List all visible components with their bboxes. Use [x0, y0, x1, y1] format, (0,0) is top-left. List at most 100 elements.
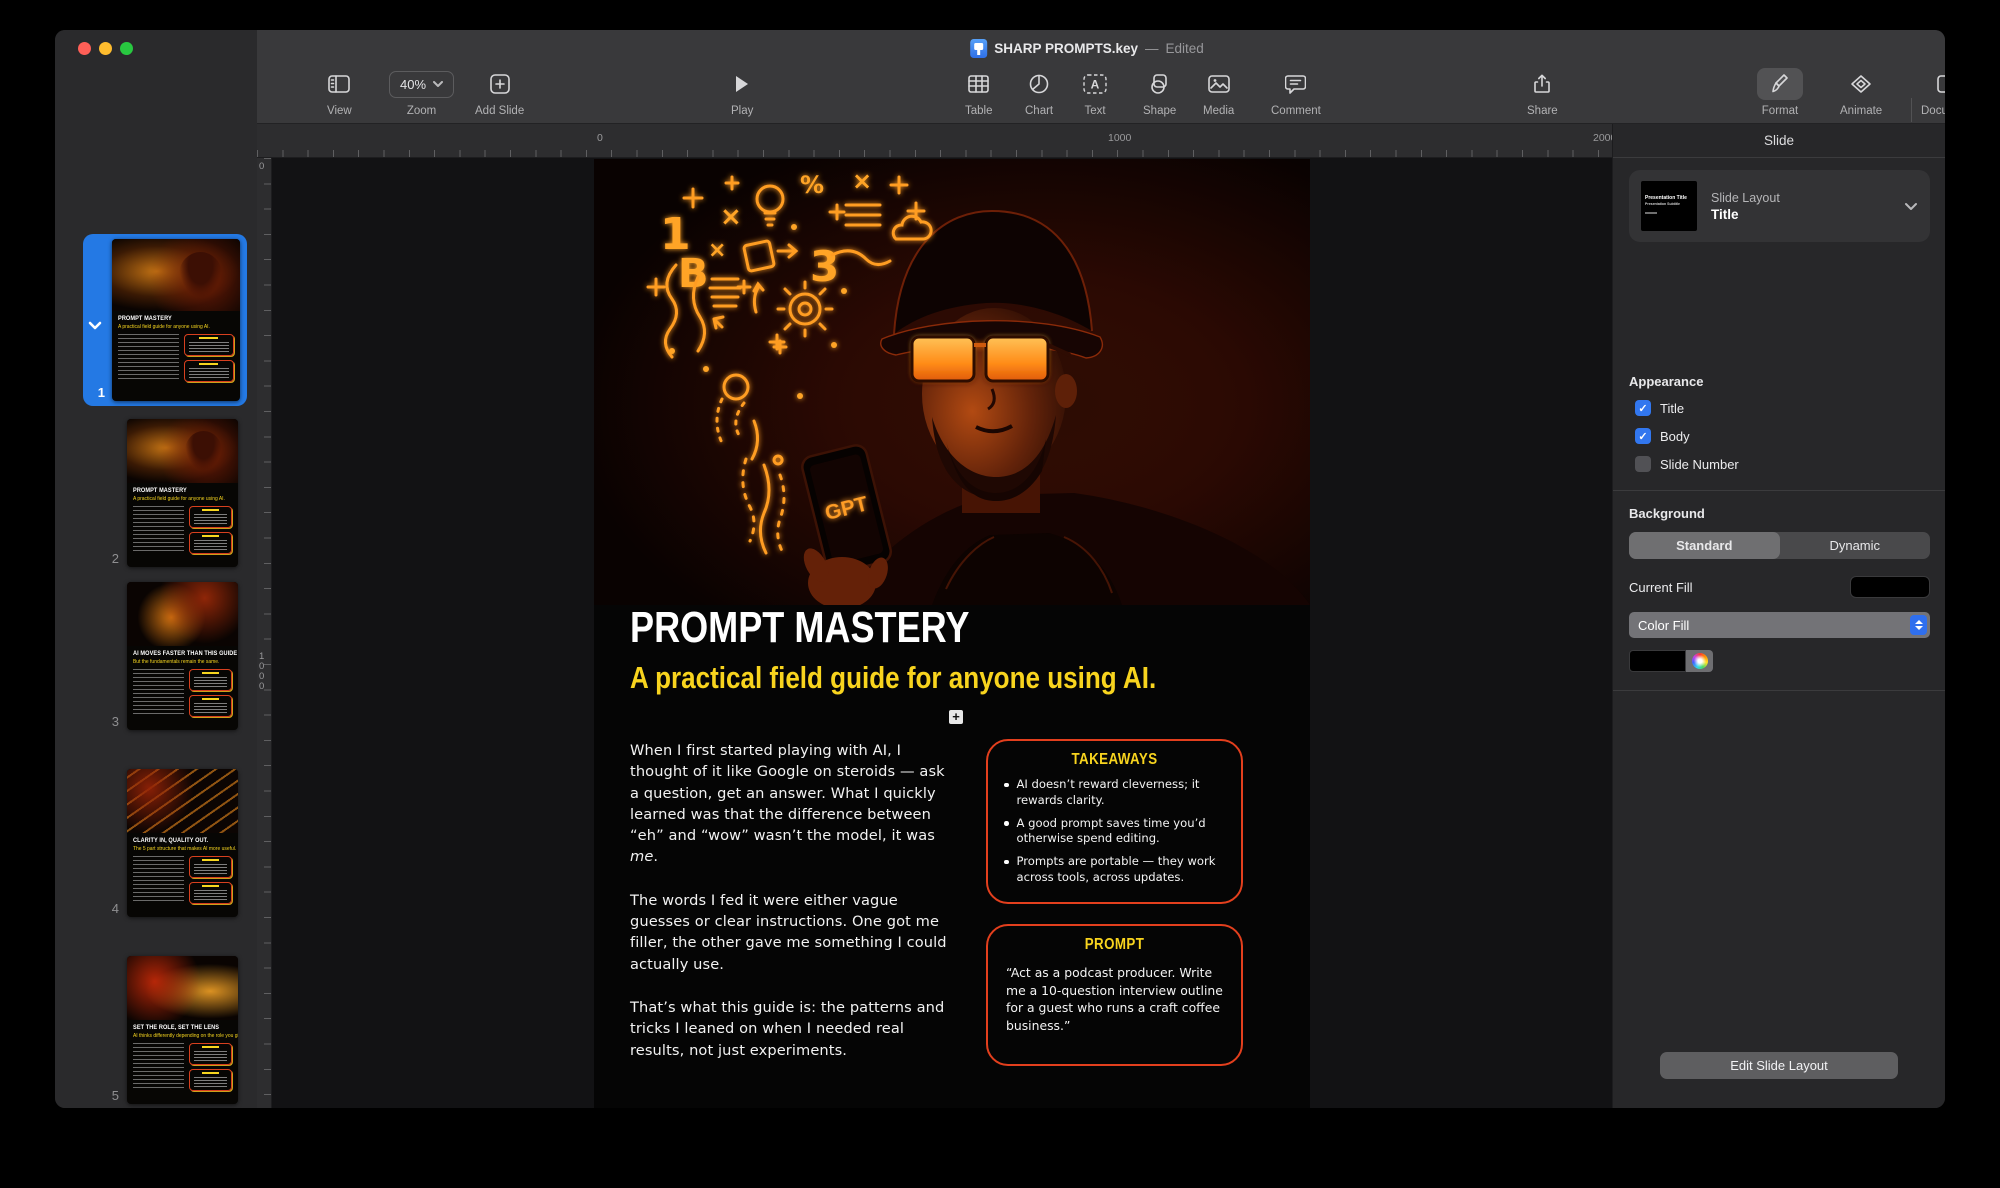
format-inspector: Slide Presentation Title Presentation Su… [1612, 124, 1945, 1108]
toolbar: View 40% Zoom Add Slide [55, 60, 1945, 124]
slide-subtitle[interactable]: A practical field guide for anyone using… [630, 660, 1156, 696]
title-checkbox-row[interactable]: Title [1635, 400, 1684, 416]
shape-icon [1149, 68, 1171, 100]
edit-slide-layout-button[interactable]: Edit Slide Layout [1660, 1052, 1898, 1079]
fill-type-dropdown[interactable]: Color Fill [1629, 612, 1930, 638]
slide-thumbnail-3[interactable]: AI MOVES FASTER THAN THIS GUIDE But the … [127, 582, 238, 730]
format-brush-icon [1757, 68, 1803, 100]
body-checkbox-row[interactable]: Body [1635, 428, 1690, 444]
slide-thumbnail-2[interactable]: PROMPT MASTERY A practical field guide f… [127, 419, 238, 567]
comment-bubble-icon [1285, 68, 1306, 100]
bullet-dot [1004, 821, 1009, 826]
background-segmented-control[interactable]: Standard Dynamic [1629, 532, 1930, 559]
keynote-window: SHARP PROMPTS.key — Edited View 40% [55, 30, 1945, 1108]
takeaways-heading: TAKEAWAYS [1019, 751, 1209, 769]
add-slide-button[interactable]: Add Slide [475, 68, 524, 117]
slide-body-text[interactable]: When I first started playing with AI, I … [630, 740, 956, 1061]
add-slide-icon [490, 68, 510, 100]
hero-image[interactable]: GPT 1 B 3 % × [594, 159, 1310, 605]
play-button[interactable]: Play [731, 68, 753, 117]
ruler-label: 1000 [1108, 132, 1131, 144]
appearance-heading: Appearance [1629, 374, 1703, 389]
comment-button[interactable]: Comment [1271, 68, 1321, 117]
slide-number: 1 [83, 385, 105, 400]
takeaways-card[interactable]: TAKEAWAYS AI doesn’t reward cleverness; … [986, 739, 1243, 904]
slide-layout-selector[interactable]: Presentation Title Presentation Subtitle… [1629, 170, 1930, 242]
animate-button[interactable]: Animate [1840, 68, 1882, 117]
slide-number: 3 [97, 714, 119, 729]
svg-text:3: 3 [810, 242, 839, 291]
segment-dynamic[interactable]: Dynamic [1780, 532, 1931, 559]
format-button[interactable]: Format [1757, 68, 1803, 117]
current-fill-row: Current Fill [1629, 576, 1930, 598]
bullet-dot [1004, 783, 1009, 788]
layout-label: Slide Layout [1711, 191, 1890, 205]
slide-canvas[interactable]: GPT 1 B 3 % × [272, 158, 1612, 1108]
horizontal-ruler: 0 1000 2000 [257, 124, 1612, 158]
prompt-card[interactable]: PROMPT “Act as a podcast producer. Write… [986, 924, 1243, 1066]
zoom-value: 40% [400, 77, 426, 92]
paragraph-3: That’s what this guide is: the patterns … [630, 997, 956, 1061]
color-wheel-button[interactable] [1686, 650, 1713, 672]
slide-number: 2 [97, 551, 119, 566]
animate-diamond-icon [1849, 68, 1873, 100]
minimize-button[interactable] [99, 42, 112, 55]
vertical-ruler: 0 1000 [257, 158, 272, 1108]
color-wheel-icon [1692, 653, 1708, 669]
svg-text:×: × [708, 238, 726, 263]
titlebar: SHARP PROMPTS.key — Edited [257, 30, 1945, 60]
ruler-label: 0 [259, 162, 264, 172]
segment-standard[interactable]: Standard [1629, 532, 1780, 559]
ruler-label: 1000 [259, 652, 268, 692]
prompt-text: “Act as a podcast producer. Write me a 1… [1004, 962, 1225, 1034]
prompt-heading: PROMPT [1019, 936, 1209, 954]
color-swatch[interactable] [1629, 650, 1686, 672]
slide-thumbnail-5[interactable]: SET THE ROLE, SET THE LENS AI thinks dif… [127, 956, 238, 1104]
chart-button[interactable]: Chart [1025, 68, 1053, 117]
checkbox-checked-icon[interactable] [1635, 400, 1651, 416]
canvas-area: 0 1000 2000 0 1000 [257, 124, 1612, 1108]
slide-thumbnail-4[interactable]: CLARITY IN, QUALITY OUT. The 5 part stru… [127, 769, 238, 917]
document-panel-icon [1937, 68, 1945, 100]
title-separator: — [1145, 41, 1159, 56]
slide-title[interactable]: PROMPT MASTERY [630, 603, 969, 653]
table-button[interactable]: Table [965, 68, 993, 117]
chevron-down-icon [1904, 202, 1918, 211]
takeaway-item: Prompts are portable — they work across … [1004, 854, 1225, 886]
slide-editor[interactable]: GPT 1 B 3 % × [594, 159, 1310, 1108]
svg-text:×: × [720, 202, 742, 232]
color-well [1629, 650, 1713, 672]
text-icon: A [1083, 68, 1107, 100]
shape-button[interactable]: Shape [1143, 68, 1176, 117]
table-icon [968, 68, 989, 100]
share-icon [1534, 68, 1550, 100]
document-button[interactable]: Document [1921, 68, 1945, 117]
checkbox-unchecked-icon[interactable] [1635, 456, 1651, 472]
text-button[interactable]: A Text [1083, 68, 1107, 117]
slide-number-checkbox-row[interactable]: Slide Number [1635, 456, 1739, 472]
ruler-label: 0 [597, 132, 603, 144]
toolbar-separator [1911, 98, 1912, 122]
insert-plus-handle[interactable]: + [949, 710, 963, 724]
takeaway-item: A good prompt saves time you’d otherwise… [1004, 816, 1225, 848]
current-fill-swatch[interactable] [1850, 576, 1930, 598]
slide-navigator: PROMPT MASTERY A practical field guide f… [55, 124, 257, 1108]
paragraph-2: The words I fed it were either vague gue… [630, 890, 956, 975]
window-chrome: SHARP PROMPTS.key — Edited View 40% [257, 30, 1945, 124]
zoom-control[interactable]: 40% Zoom [389, 68, 454, 117]
chevron-down-icon [433, 81, 443, 87]
zoom-window-button[interactable] [120, 42, 133, 55]
svg-text:A: A [1091, 78, 1100, 92]
share-button[interactable]: Share [1527, 68, 1558, 117]
media-button[interactable]: Media [1203, 68, 1234, 117]
checkbox-checked-icon[interactable] [1635, 428, 1651, 444]
layout-value: Title [1711, 207, 1890, 222]
stepper-icon[interactable] [1910, 615, 1927, 635]
view-button[interactable]: View [327, 68, 352, 117]
collapse-chevron-icon[interactable] [88, 317, 102, 335]
slide-number: 5 [97, 1088, 119, 1103]
thumbnail-image [112, 239, 240, 311]
slide-thumbnail-1[interactable]: PROMPT MASTERY A practical field guide f… [112, 239, 240, 401]
close-button[interactable] [78, 42, 91, 55]
background-heading: Background [1629, 506, 1705, 521]
